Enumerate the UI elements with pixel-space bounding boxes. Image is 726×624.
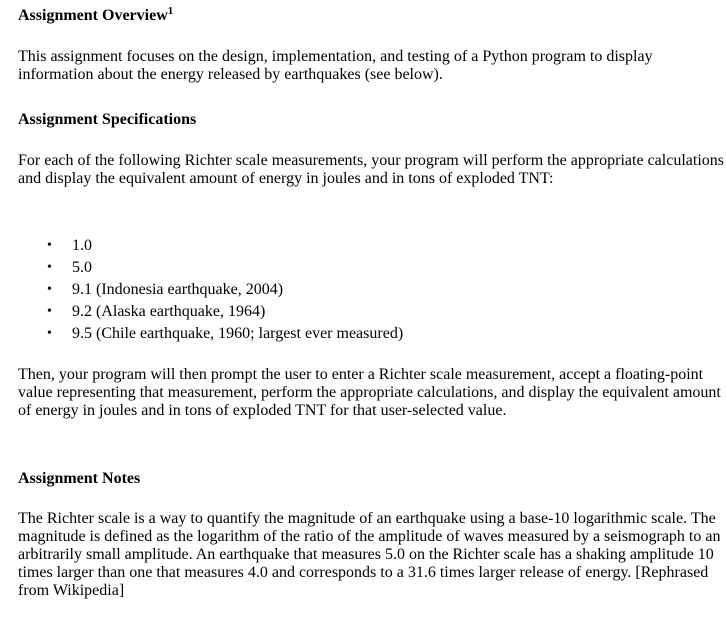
bullet-icon: •	[47, 238, 52, 253]
bullet-icon: •	[47, 282, 52, 297]
followup-paragraph: Then, your program will then prompt the …	[18, 366, 721, 419]
list-item-text: 9.2 (Alaska earthquake, 1964)	[72, 303, 266, 320]
list-item-text: 1.0	[72, 237, 92, 254]
notes-paragraph: The Richter scale is a way to quantify t…	[18, 510, 721, 599]
list-item: • 9.1 (Indonesia earthquake, 2004)	[18, 279, 403, 301]
list-item-text: 9.5 (Chile earthquake, 1960; largest eve…	[72, 325, 404, 342]
bullet-icon: •	[47, 304, 52, 319]
overview-heading-text: Assignment Overview	[18, 7, 168, 24]
section-heading-specifications: Assignment Specifications	[18, 111, 197, 128]
overview-paragraph: This assignment focuses on the design, i…	[18, 48, 653, 83]
list-item: • 1.0	[18, 235, 403, 257]
footnote-marker: 1	[167, 5, 174, 17]
specifications-paragraph: For each of the following Richter scale …	[18, 152, 724, 187]
bullet-icon: •	[47, 326, 52, 341]
section-heading-notes: Assignment Notes	[18, 470, 141, 487]
list-item-text: 9.1 (Indonesia earthquake, 2004)	[72, 281, 284, 298]
list-item-text: 5.0	[72, 259, 92, 276]
list-item: • 9.5 (Chile earthquake, 1960; largest ev…	[18, 323, 403, 345]
measurement-list: • 1.0 • 5.0 • 9.1 (Indonesia earthquake, 20…	[18, 235, 403, 345]
section-heading-overview: Assignment Overview1	[18, 6, 173, 26]
list-item: • 9.2 (Alaska earthquake, 1964)	[18, 301, 403, 323]
bullet-icon: •	[47, 260, 52, 275]
list-item: • 5.0	[18, 257, 403, 279]
document-page: Assignment Overview1 This assignment foc…	[0, 0, 726, 600]
